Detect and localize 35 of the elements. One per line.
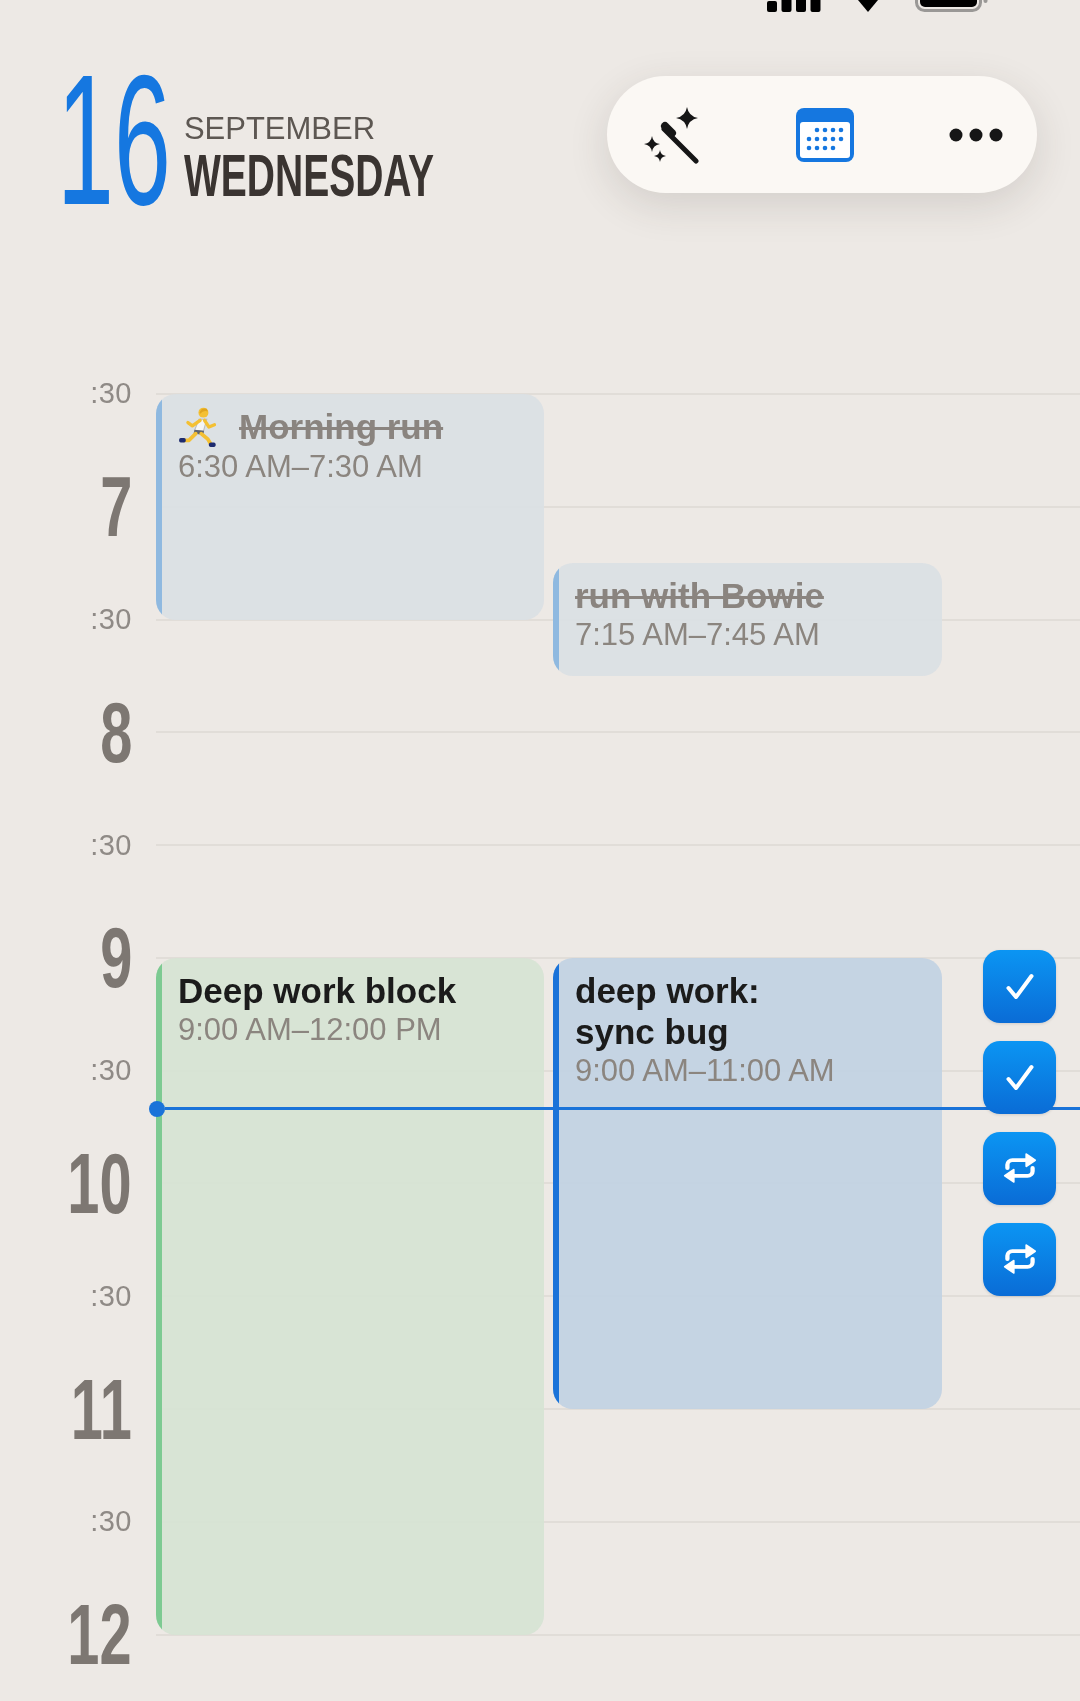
half-hour-label: :30 — [90, 605, 132, 635]
checkmark-icon — [1005, 972, 1034, 1000]
half-hour-label: :30 — [90, 830, 132, 860]
half-hour-label: :30 — [90, 1507, 132, 1537]
month-label: SEPTEMBER — [183, 111, 376, 147]
event-time: 9:00 AM–11:00 AM — [575, 1051, 835, 1090]
repeat-icon — [1002, 1244, 1037, 1275]
weekday-label: WEDNESDAY — [183, 150, 434, 202]
event-title: Morning run — [239, 406, 444, 448]
hour-label: 9 — [99, 915, 132, 1001]
task-button[interactable] — [983, 1040, 1056, 1114]
task-button[interactable] — [983, 1222, 1056, 1296]
event-card[interactable]: Deep work block 9:00 AM–12:00 PM — [156, 957, 544, 1635]
day-number: 16 — [57, 70, 171, 209]
event-title: run with Bowie — [575, 575, 824, 617]
event-card[interactable]: deep work: sync bug 9:00 AM–11:00 AM — [553, 957, 942, 1409]
hour-label: 10 — [67, 1140, 132, 1226]
checkmark-icon — [1005, 1063, 1034, 1091]
event-title: deep work: sync bug — [575, 969, 760, 1052]
event-title: Deep work block — [178, 969, 457, 1011]
event-time: 7:15 AM–7:45 AM — [575, 616, 820, 655]
half-hour-label: :30 — [90, 1056, 132, 1086]
task-button[interactable] — [983, 949, 1056, 1023]
hour-label: 12 — [67, 1592, 132, 1678]
calendar-icon[interactable] — [796, 107, 854, 162]
hour-label: 11 — [70, 1366, 132, 1452]
event-time: 6:30 AM–7:30 AM — [178, 448, 423, 486]
event-time: 9:00 AM–12:00 PM — [178, 1010, 442, 1049]
repeat-icon — [1002, 1153, 1037, 1184]
task-button[interactable] — [983, 1131, 1056, 1205]
half-hour-label: :30 — [90, 1281, 132, 1311]
half-hour-label: :30 — [90, 379, 132, 409]
more-icon[interactable] — [949, 127, 1003, 142]
hour-label: 8 — [99, 689, 132, 775]
hour-label: 7 — [99, 464, 132, 550]
